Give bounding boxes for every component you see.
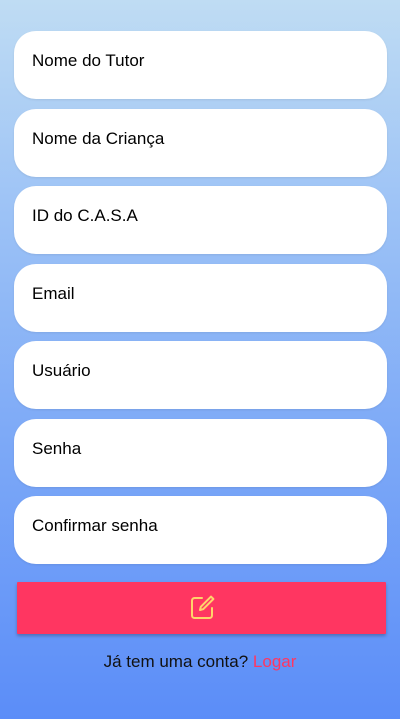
confirm-password-placeholder: Confirmar senha — [32, 516, 158, 535]
username-placeholder: Usuário — [32, 361, 91, 380]
signup-form: Nome do Tutor Nome da Criança ID do C.A.… — [14, 31, 387, 574]
password-field[interactable]: Senha — [14, 418, 387, 487]
username-field[interactable]: Usuário — [14, 341, 387, 409]
password-placeholder: Senha — [32, 438, 82, 458]
child-name-placeholder: Nome da Criança — [32, 128, 165, 148]
casa-id-placeholder: ID do C.A.S.A — [32, 206, 138, 225]
tutor-name-field[interactable]: Nome do Tutor — [14, 31, 387, 99]
register-button[interactable] — [17, 582, 386, 634]
tutor-name-placeholder: Nome do Tutor — [32, 51, 145, 70]
login-link[interactable]: Logar — [253, 652, 296, 671]
email-field[interactable]: Email — [14, 263, 387, 332]
login-prompt: Já tem uma conta? Logar — [0, 652, 400, 672]
login-prompt-text: Já tem uma conta? — [103, 652, 249, 671]
casa-id-field[interactable]: ID do C.A.S.A — [14, 186, 387, 254]
email-placeholder: Email — [32, 283, 75, 303]
confirm-password-field[interactable]: Confirmar senha — [14, 496, 387, 564]
edit-icon — [190, 595, 214, 619]
child-name-field[interactable]: Nome da Criança — [14, 108, 387, 177]
